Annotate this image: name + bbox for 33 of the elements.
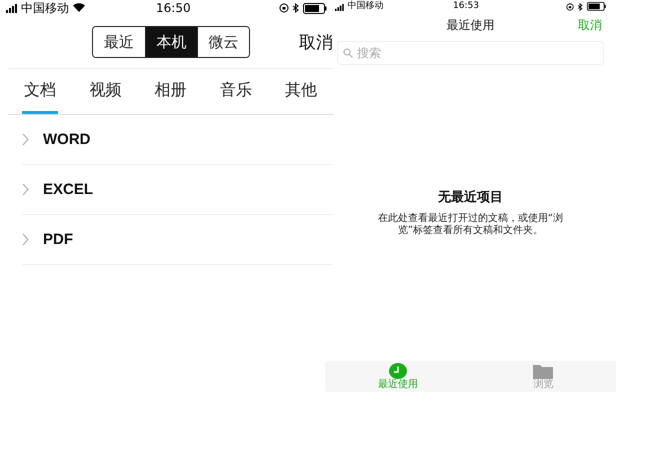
status-time: 16:50 [156,1,191,15]
category-tab[interactable]: 相册 [152,69,188,114]
folder-icon [533,364,554,378]
chevron-icon [22,233,29,246]
category-tab[interactable]: 视频 [87,69,124,114]
bluetooth-icon [578,2,583,11]
folder-label[interactable]: WORD [43,131,90,148]
chevron-icon [22,133,29,146]
category-tab[interactable]: 其他 [283,69,319,114]
lock-rotation-icon [566,2,574,11]
bluetooth-icon [293,3,299,13]
carrier-name: 中国移动 [21,0,69,16]
folder-label[interactable]: PDF [43,231,73,248]
search-icon [343,48,353,58]
battery-icon [586,2,606,11]
signal-icon [335,4,345,11]
empty-state-description: 在此处查看最近打开过的文稿，或使用“浏览”标签查看所有文稿和文件夹。 [376,213,564,237]
signal-icon [6,4,18,12]
segment-button[interactable]: 本机 [145,27,197,57]
cancel-button[interactable]: 取消 [299,30,333,54]
carrier-name: 中国移动 [348,2,384,11]
segment-button[interactable]: 微云 [197,27,249,57]
battery-icon [303,2,327,14]
category-tab[interactable]: 文档 [22,69,58,114]
category-tab[interactable]: 音乐 [218,69,254,114]
empty-state-title: 无最近项目 [438,189,503,206]
chevron-icon [22,183,29,196]
status-time: 16:53 [453,2,479,11]
search-field[interactable]: 搜索 [337,41,604,65]
lock-rotation-icon [279,3,289,13]
wifi-icon [73,3,85,12]
screen-title: 最近使用 [446,16,494,34]
folder-label[interactable]: EXCEL [43,181,94,198]
